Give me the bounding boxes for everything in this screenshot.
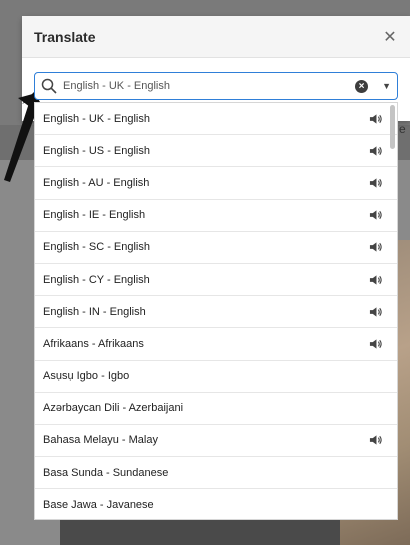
language-option[interactable]: English - IE - English	[35, 200, 397, 232]
language-option[interactable]: English - AU - English	[35, 167, 397, 200]
language-option[interactable]: Azərbaycan Dili - Azerbaijani	[35, 393, 397, 425]
language-option-label: English - UK - English	[43, 112, 150, 125]
language-dropdown-list[interactable]: English - UK - English English - US - Eng…	[34, 102, 398, 520]
speaker-icon[interactable]	[369, 209, 383, 221]
speaker-icon[interactable]	[369, 241, 383, 253]
language-search-box[interactable]: × ▼	[34, 72, 398, 100]
language-option[interactable]: Basa Sunda - Sundanese	[35, 457, 397, 490]
language-option[interactable]: Afrikaans - Afrikaans	[35, 328, 397, 361]
language-search-input[interactable]	[63, 80, 356, 92]
scrollbar-thumb[interactable]	[390, 105, 395, 149]
language-option[interactable]: English - SC - English	[35, 232, 397, 264]
language-option[interactable]: Bahasa Melayu - Malay	[35, 425, 397, 458]
language-option-label: English - IN - English	[43, 305, 146, 318]
language-option-label: English - AU - English	[43, 176, 150, 189]
language-option[interactable]: Base Jawa - Javanese	[35, 489, 397, 519]
language-option[interactable]: Asụsụ Igbo - Igbo	[35, 361, 397, 393]
language-option-label: English - SC - English	[43, 241, 150, 254]
search-icon	[41, 78, 57, 94]
clear-search-icon[interactable]: ×	[355, 79, 369, 93]
language-option-label: English - CY - English	[43, 273, 150, 286]
speaker-icon[interactable]	[369, 306, 383, 318]
language-option-label: Afrikaans - Afrikaans	[43, 337, 144, 350]
language-option-label: Azərbaycan Dili - Azerbaijani	[43, 402, 184, 415]
background-photo-bottom	[60, 520, 340, 545]
dialog-header: Translate ✕	[22, 16, 410, 58]
speaker-icon[interactable]	[369, 145, 383, 157]
speaker-icon[interactable]	[369, 434, 383, 446]
language-option-label: English - IE - English	[43, 209, 146, 222]
speaker-icon[interactable]	[369, 338, 383, 350]
chevron-down-icon[interactable]: ▼	[382, 81, 391, 91]
language-option[interactable]: English - US - English	[35, 135, 397, 168]
background-text-fragment: e	[399, 122, 406, 136]
speaker-icon[interactable]	[369, 177, 383, 189]
language-option-label: Bahasa Melayu - Malay	[43, 434, 158, 447]
dialog-title: Translate	[34, 28, 96, 45]
speaker-icon[interactable]	[369, 113, 383, 125]
language-option[interactable]: English - IN - English	[35, 296, 397, 329]
language-option-label: Base Jawa - Javanese	[43, 498, 154, 511]
language-option[interactable]: English - CY - English	[35, 264, 397, 297]
language-option-label: Basa Sunda - Sundanese	[43, 466, 169, 479]
speaker-icon[interactable]	[369, 274, 383, 286]
language-option[interactable]: English - UK - English	[35, 103, 397, 136]
language-option-label: Asụsụ Igbo - Igbo	[43, 370, 130, 383]
close-icon[interactable]: ✕	[382, 27, 398, 47]
language-option-label: English - US - English	[43, 144, 150, 157]
